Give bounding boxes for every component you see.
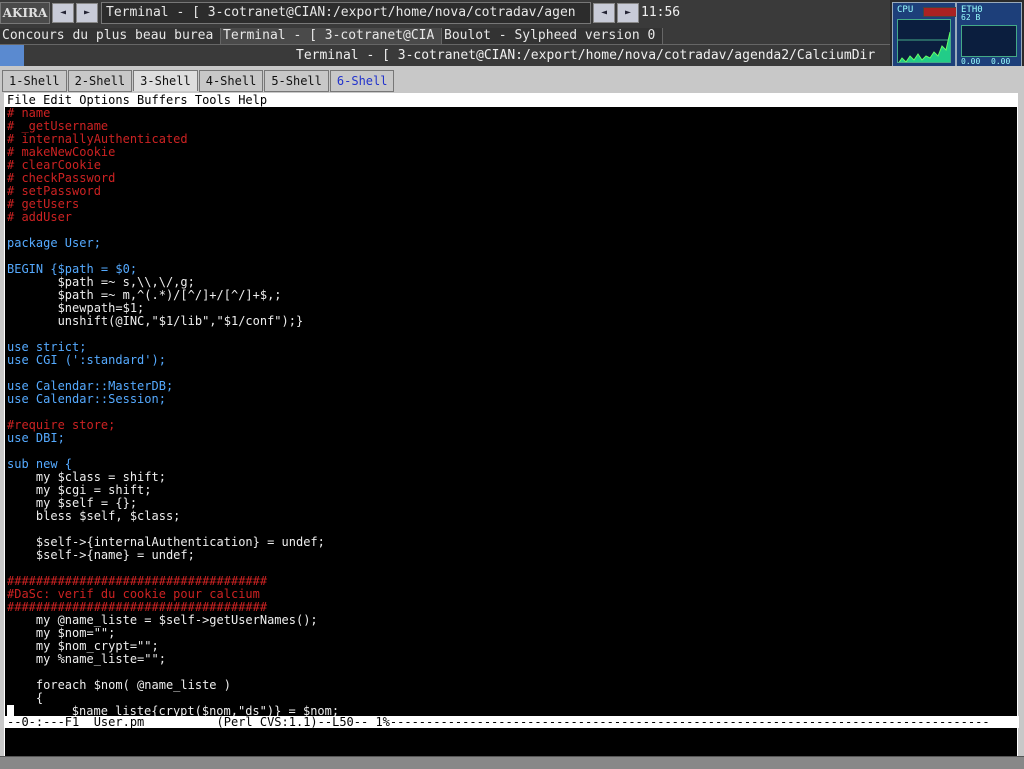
cpu-label: CPU bbox=[897, 5, 914, 15]
code-line: # checkPassword bbox=[7, 171, 116, 185]
terminal-area[interactable]: File Edit Options Buffers Tools Help # n… bbox=[4, 93, 1019, 758]
tab-5-shell[interactable]: 5-Shell bbox=[264, 70, 329, 92]
code-buffer[interactable]: # name # _getUsername # internallyAuthenti… bbox=[5, 107, 1017, 718]
tab-6-shell[interactable]: 6-Shell bbox=[329, 70, 395, 92]
tab-1-shell[interactable]: 1-Shell bbox=[2, 70, 67, 92]
window-bottom-border bbox=[0, 756, 1024, 769]
code-line: bless $self, $class; bbox=[7, 509, 181, 523]
code-line: my $cgi = shift; bbox=[7, 483, 152, 497]
next-arrow-icon[interactable]: ► bbox=[617, 3, 639, 23]
tab-3-shell[interactable]: 3-Shell bbox=[133, 70, 198, 91]
mode-line: --0-:---F1 User.pm (Perl CVS:1.1)--L50--… bbox=[5, 716, 1019, 728]
code-line: use Calendar::Session; bbox=[7, 392, 166, 406]
cpu-monitor: CPU bbox=[892, 2, 957, 68]
code-line: package User; bbox=[7, 236, 101, 250]
prev-arrow-icon[interactable]: ◄ bbox=[52, 3, 74, 23]
net-out-value: 0.00 bbox=[961, 57, 981, 66]
cpu-graph-svg bbox=[898, 31, 950, 62]
code-line: $self->{name} = undef; bbox=[7, 548, 195, 562]
net-out-value-2: 0.00 bbox=[991, 57, 1011, 66]
taskbar-item-terminal[interactable]: Terminal - [ 3-cotranet@CIAN:/export/hom… bbox=[101, 2, 591, 24]
top-panel: AKIRA ◄ ► Terminal - [ 3-cotranet@CIAN:/… bbox=[0, 0, 890, 44]
code-line: # getUsers bbox=[7, 197, 80, 211]
code-line: my $class = shift; bbox=[7, 470, 166, 484]
window-title: Terminal - [ 3-cotranet@CIAN:/export/hom… bbox=[296, 48, 876, 63]
code-line: my %name_liste=""; bbox=[7, 652, 166, 666]
code-line: #require store; bbox=[7, 418, 116, 432]
code-line: $path =~ m,^(.*)/[^/]+/[^/]+$,; bbox=[7, 288, 282, 302]
cpu-bar bbox=[923, 7, 957, 17]
code-line: unshift(@INC,"$1/lib","$1/conf");} bbox=[7, 314, 304, 328]
code-line: # setPassword bbox=[7, 184, 101, 198]
terminal-window: 1-Shell 2-Shell 3-Shell 4-Shell 5-Shell … bbox=[0, 66, 1024, 769]
window-menu-icon[interactable] bbox=[0, 45, 24, 67]
taskbar-row: AKIRA ◄ ► Terminal - [ 3-cotranet@CIAN:/… bbox=[0, 2, 683, 24]
next-arrow-icon[interactable]: ► bbox=[76, 3, 98, 23]
code-line: # makeNewCookie bbox=[7, 145, 116, 159]
net-graph bbox=[961, 25, 1017, 57]
code-line: # addUser bbox=[7, 210, 73, 224]
cpu-graph bbox=[897, 19, 951, 63]
prev-arrow-icon[interactable]: ◄ bbox=[593, 3, 615, 23]
clock: 11:56 bbox=[641, 5, 681, 20]
emacs-menubar[interactable]: File Edit Options Buffers Tools Help bbox=[5, 94, 1017, 107]
taskbar-item-terminal-2[interactable]: Terminal - [ 3-cotranet@CIA bbox=[221, 28, 442, 44]
code-line: use DBI; bbox=[7, 431, 65, 445]
taskbar-item-concours[interactable]: Concours du plus beau burea bbox=[0, 28, 221, 44]
network-monitor: ETH0 62 B 0.00 0.00 bbox=[956, 2, 1022, 68]
code-line: # name bbox=[7, 106, 51, 120]
app-label[interactable]: AKIRA bbox=[0, 2, 50, 24]
tab-bar: 1-Shell 2-Shell 3-Shell 4-Shell 5-Shell … bbox=[2, 70, 395, 92]
net-in-value: 62 B bbox=[961, 13, 981, 22]
code-line: # clearCookie bbox=[7, 158, 101, 172]
window-titlebar[interactable]: Terminal - [ 3-cotranet@CIAN:/export/hom… bbox=[0, 44, 890, 67]
code-line: # internallyAuthenticated bbox=[7, 132, 188, 146]
code-line: my @name_liste = $self->getUserNames(); bbox=[7, 613, 318, 627]
tab-2-shell[interactable]: 2-Shell bbox=[67, 70, 133, 92]
tab-4-shell[interactable]: 4-Shell bbox=[198, 70, 264, 92]
code-line: use CGI (':standard'); bbox=[7, 353, 166, 367]
code-line: foreach $nom( @name_liste ) bbox=[7, 678, 231, 692]
taskbar-item-sylpheed[interactable]: Boulot - Sylpheed version 0 bbox=[442, 28, 663, 44]
taskbar-row-2: Concours du plus beau burea Terminal - [… bbox=[0, 28, 663, 44]
